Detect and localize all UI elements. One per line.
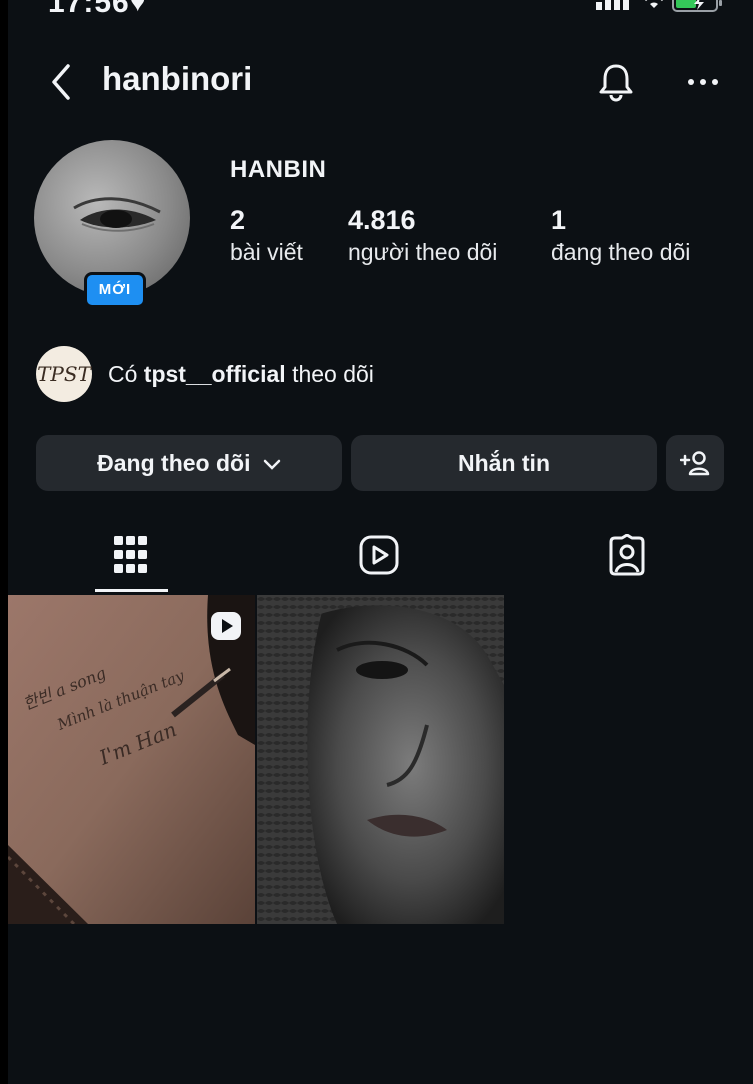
following-button[interactable]: Đang theo dõi [36,435,342,491]
portrait-photo [257,595,504,924]
tab-posts-grid[interactable] [8,526,254,592]
following-button-label: Đang theo dõi [97,450,251,476]
new-badge: MỚI [84,272,146,308]
posts-count: 2 [230,205,246,235]
posts-label: bài viết [230,239,303,265]
grid-icon [114,536,147,573]
back-arrow-icon[interactable] [42,60,82,104]
post-thumbnail-1[interactable]: 한빈 a song Mình là thuận tay I'm Han [8,595,255,924]
followed-by-avatar[interactable]: TPST [36,346,92,402]
handwriting-photo: 한빈 a song Mình là thuận tay I'm Han [8,595,255,924]
more-options-icon[interactable] [686,72,720,92]
status-bar: 17:56 ♥ [8,0,753,20]
wifi-icon [645,0,663,8]
active-tab-indicator [95,589,168,592]
posts-count-stat[interactable]: 2 bài viết [230,204,303,268]
followers-count-stat[interactable]: 4.816 người theo dõi [348,204,497,268]
signal-icon [596,0,629,10]
status-time: 17:56 [48,0,130,19]
bell-icon[interactable] [596,60,636,104]
reels-icon [359,535,399,575]
post-thumbnail-2[interactable] [257,595,504,924]
following-count: 1 [551,205,567,235]
profile-username-title: hanbinori [102,60,253,97]
avatar-eye-image [73,197,161,232]
reel-indicator-icon [211,612,241,640]
tagged-icon [609,534,645,576]
display-name: HANBIN [230,156,327,183]
suggest-people-button[interactable] [666,435,724,491]
battery-icon [672,0,722,12]
followers-label: người theo dõi [348,239,498,265]
add-person-icon [680,451,710,476]
message-button[interactable]: Nhắn tin [351,435,657,491]
chevron-down-icon [263,459,281,470]
following-label: đang theo dõi [551,239,691,265]
followers-count: 4.816 [348,205,416,235]
following-count-stat[interactable]: 1 đang theo dõi [551,204,690,268]
heart-icon: ♥ [130,0,146,17]
instagram-profile-screen: 17:56 ♥ hanbinori MỚI HANBIN 2 bài viết … [8,0,753,1084]
tab-tagged[interactable] [504,526,750,592]
followed-by-account: tpst__official [143,361,286,387]
tab-reels[interactable] [256,526,502,592]
profile-avatar-wrap[interactable]: MỚI [34,140,190,308]
followed-by-text[interactable]: Có tpst__official theo dõi [108,361,374,388]
followed-by-prefix: Có [108,361,138,387]
followed-by-suffix: theo dõi [292,361,374,387]
